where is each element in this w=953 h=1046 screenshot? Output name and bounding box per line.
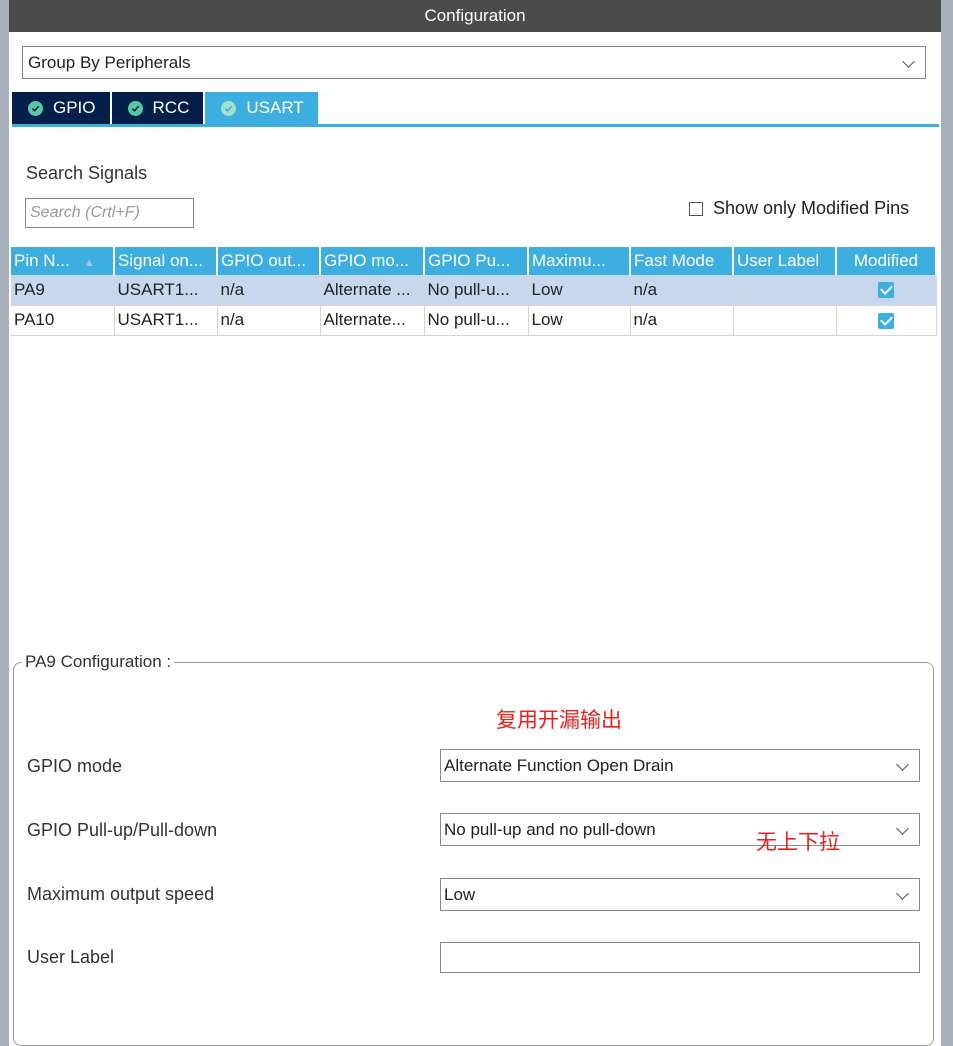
show-modified-checkbox[interactable] <box>689 201 703 216</box>
cell-modified <box>836 305 937 336</box>
tab-label: USART <box>246 98 304 117</box>
cell-user-label <box>733 275 837 306</box>
table-header-row: Pin N... ▲ Signal on... GPIO out... GPIO … <box>11 247 937 275</box>
cell-pin: PA9 <box>11 275 115 306</box>
annotation-pull-note: 无上下拉 <box>756 831 840 854</box>
gpio-pull-value: No pull-up and no pull-down <box>444 820 656 839</box>
cell-modified <box>836 275 937 306</box>
cell-output: n/a <box>217 305 321 336</box>
tab-rcc[interactable]: RCC <box>111 92 204 124</box>
cell-pin: PA10 <box>11 305 115 336</box>
cell-output: n/a <box>217 275 321 306</box>
cell-pull: No pull-u... <box>424 305 529 336</box>
tab-usart[interactable]: USART <box>205 92 318 124</box>
column-header-user-label[interactable]: User Label <box>733 247 837 275</box>
max-speed-select[interactable]: Low <box>440 878 920 911</box>
search-input[interactable]: Search (Crtl+F) <box>25 198 194 228</box>
gpio-pull-label: GPIO Pull-up/Pull-down <box>27 820 218 840</box>
cell-mode: Alternate ... <box>320 275 425 306</box>
max-speed-label: Maximum output speed <box>27 884 215 904</box>
table-row[interactable]: PA10 USART1... n/a Alternate... No pull-… <box>11 305 937 336</box>
gpio-mode-select[interactable]: Alternate Function Open Drain <box>440 749 920 782</box>
pin-signal-table: Pin N... ▲ Signal on... GPIO out... GPIO … <box>11 247 937 336</box>
peripheral-tabs: GPIO RCC USART <box>12 92 320 124</box>
tab-underline <box>12 124 939 127</box>
tab-label: RCC <box>152 98 190 117</box>
check-circle-icon <box>28 100 43 116</box>
gpio-pull-select[interactable]: No pull-up and no pull-down <box>440 813 920 846</box>
table-row[interactable]: PA9 USART1... n/a Alternate ... No pull-… <box>11 275 937 306</box>
cell-signal: USART1... <box>114 305 218 336</box>
group-by-value: Group By Peripherals <box>28 53 191 72</box>
chevron-down-icon <box>902 55 915 68</box>
cell-signal: USART1... <box>114 275 218 306</box>
cell-pull: No pull-u... <box>424 275 529 306</box>
column-header-pin[interactable]: Pin N... ▲ <box>11 247 115 275</box>
column-header-gpio-output[interactable]: GPIO out... <box>217 247 321 275</box>
column-header-max-speed[interactable]: Maximu... <box>528 247 631 275</box>
cell-mode: Alternate... <box>320 305 425 336</box>
window-title: Configuration <box>9 0 941 32</box>
cell-user-label <box>733 305 837 336</box>
search-signals-title: Search Signals <box>26 163 148 183</box>
window-frame-left <box>0 0 9 1046</box>
group-by-select[interactable]: Group By Peripherals <box>22 46 926 79</box>
column-header-fast-mode[interactable]: Fast Mode <box>630 247 734 275</box>
show-modified-label: Show only Modified Pins <box>713 198 910 218</box>
show-modified-pins-toggle[interactable]: Show only Modified Pins <box>689 198 909 219</box>
gpio-mode-value: Alternate Function Open Drain <box>444 756 674 775</box>
column-header-gpio-mode[interactable]: GPIO mo... <box>320 247 425 275</box>
chevron-down-icon <box>896 758 909 771</box>
max-speed-value: Low <box>444 885 476 904</box>
check-circle-icon <box>127 100 143 116</box>
sort-icon: ▲ <box>83 257 95 269</box>
window-frame-right <box>941 0 953 1046</box>
column-header-gpio-pull[interactable]: GPIO Pu... <box>424 247 529 275</box>
cell-speed: Low <box>528 305 631 336</box>
gpio-mode-label: GPIO mode <box>27 756 123 776</box>
chevron-down-icon <box>896 887 909 900</box>
modified-checkbox[interactable] <box>878 312 894 329</box>
chevron-down-icon <box>896 822 909 835</box>
tab-gpio[interactable]: GPIO <box>12 92 110 124</box>
column-header-signal[interactable]: Signal on... <box>114 247 218 275</box>
cell-fast-mode: n/a <box>630 305 734 336</box>
check-circle-icon <box>221 100 237 116</box>
tab-label: GPIO <box>53 98 96 117</box>
annotation-mode-note: 复用开漏输出 <box>496 709 622 732</box>
modified-checkbox[interactable] <box>878 282 894 299</box>
user-label-label: User Label <box>27 947 115 967</box>
cell-fast-mode: n/a <box>630 275 734 306</box>
column-header-modified[interactable]: Modified <box>836 247 937 275</box>
cell-speed: Low <box>528 275 631 306</box>
user-label-input[interactable] <box>440 942 920 973</box>
pin-config-legend: PA9 Configuration : <box>22 652 175 672</box>
